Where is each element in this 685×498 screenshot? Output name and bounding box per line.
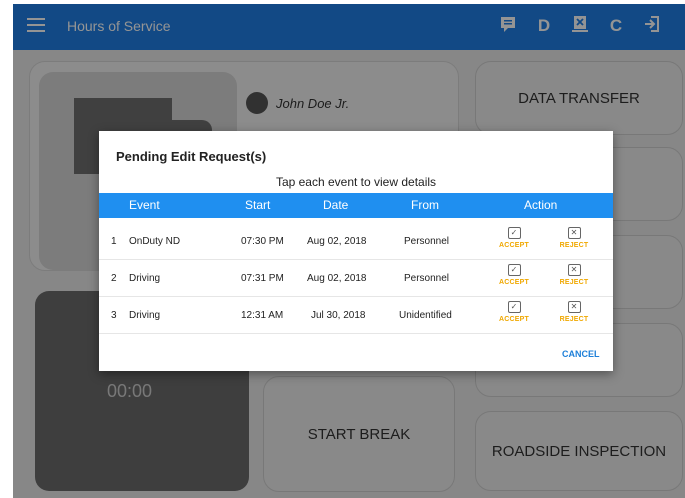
row-date: Aug 02, 2018	[307, 236, 367, 247]
reject-icon: ✕	[567, 227, 581, 239]
hos-app: John Doe Jr. DATA TRANSFER 00:00 START B…	[13, 4, 685, 498]
pending-edit-dialog: Pending Edit Request(s) Tap each event t…	[99, 131, 613, 371]
reject-button[interactable]: ✕ REJECT	[552, 264, 596, 286]
accept-label: ACCEPT	[499, 279, 529, 286]
row-from: Unidentified	[399, 310, 452, 321]
accept-label: ACCEPT	[499, 316, 529, 323]
reject-button[interactable]: ✕ REJECT	[552, 227, 596, 249]
accept-button[interactable]: ✓ ACCEPT	[492, 301, 536, 323]
reject-button[interactable]: ✕ REJECT	[552, 301, 596, 323]
row-number: 3	[111, 310, 117, 321]
dialog-title: Pending Edit Request(s)	[116, 149, 267, 164]
row-number: 2	[111, 273, 117, 284]
table-row[interactable]: 3 Driving 12:31 AM Jul 30, 2018 Unidenti…	[99, 297, 613, 334]
cancel-button[interactable]: CANCEL	[562, 349, 600, 359]
row-event: Driving	[129, 310, 161, 321]
accept-icon: ✓	[507, 301, 521, 313]
row-date: Aug 02, 2018	[307, 273, 367, 284]
row-start: 07:31 PM	[241, 273, 284, 284]
reject-icon: ✕	[567, 264, 581, 276]
table-row[interactable]: 2 Driving 07:31 PM Aug 02, 2018 Personne…	[99, 260, 613, 297]
row-start: 12:31 AM	[241, 310, 284, 321]
row-from: Personnel	[404, 236, 450, 247]
column-start: Start	[245, 198, 271, 212]
row-event: OnDuty ND	[129, 236, 181, 247]
row-event: Driving	[129, 273, 161, 284]
accept-label: ACCEPT	[499, 242, 529, 249]
reject-label: REJECT	[559, 316, 589, 323]
accept-button[interactable]: ✓ ACCEPT	[492, 264, 536, 286]
accept-icon: ✓	[507, 264, 521, 276]
accept-button[interactable]: ✓ ACCEPT	[492, 227, 536, 249]
row-number: 1	[111, 236, 117, 247]
column-action: Action	[524, 198, 558, 212]
accept-icon: ✓	[507, 227, 521, 239]
row-date: Jul 30, 2018	[311, 310, 366, 321]
column-event: Event	[129, 198, 160, 212]
reject-label: REJECT	[559, 279, 589, 286]
row-start: 07:30 PM	[241, 236, 284, 247]
reject-icon: ✕	[567, 301, 581, 313]
row-from: Personnel	[404, 273, 450, 284]
dialog-hint: Tap each event to view details	[275, 175, 437, 189]
reject-label: REJECT	[559, 242, 589, 249]
table-row[interactable]: 1 OnDuty ND 07:30 PM Aug 02, 2018 Person…	[99, 223, 613, 260]
column-from: From	[411, 198, 439, 212]
column-date: Date	[323, 198, 349, 212]
table-header: Event Start Date From Action	[99, 193, 613, 218]
